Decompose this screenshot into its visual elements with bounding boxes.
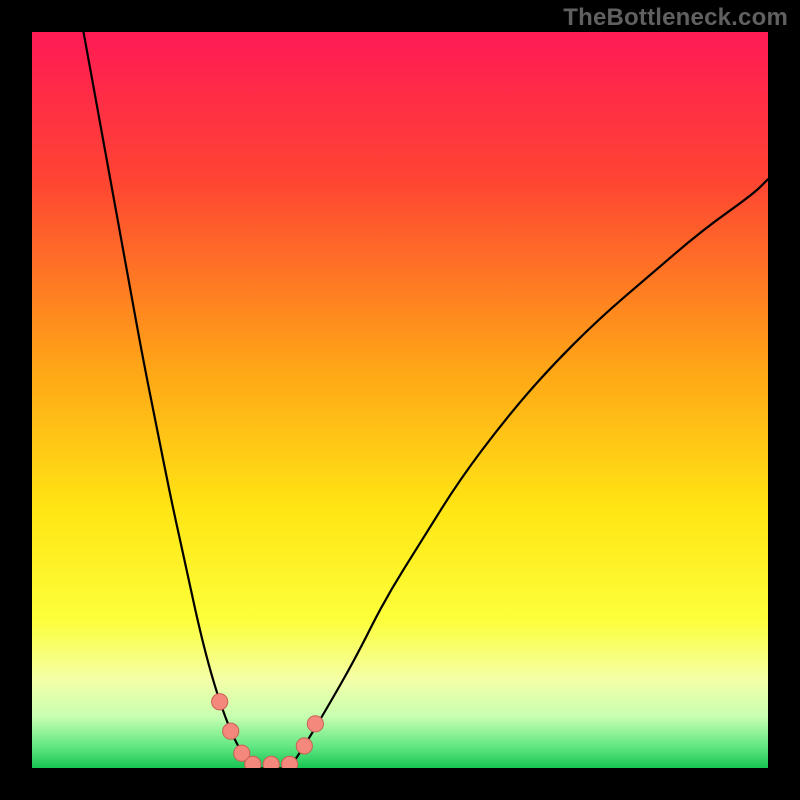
data-marker <box>282 756 298 768</box>
data-marker <box>245 756 261 768</box>
outer-frame: TheBottleneck.com <box>0 0 800 800</box>
watermark-text: TheBottleneck.com <box>563 4 788 32</box>
data-marker <box>263 756 279 768</box>
data-marker <box>296 738 312 754</box>
data-marker <box>223 723 239 739</box>
data-marker <box>307 716 323 732</box>
data-marker <box>212 694 228 710</box>
chart-plot-area <box>32 32 768 768</box>
chart-svg <box>32 32 768 768</box>
